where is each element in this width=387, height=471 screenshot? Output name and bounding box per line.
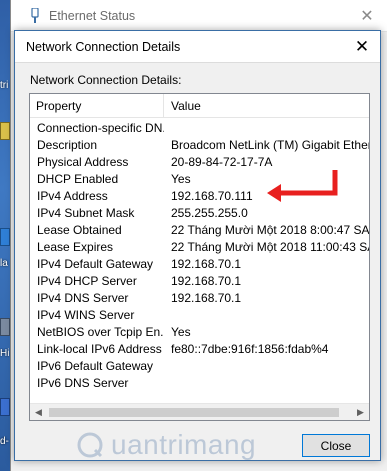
horizontal-scrollbar[interactable]: ◀ ▶ [30, 403, 369, 420]
list-item[interactable]: IPv4 Subnet Mask 255.255.255.0 [30, 204, 369, 221]
property-name: IPv4 DHCP Server [37, 273, 137, 288]
property-name: IPv6 DNS Server [37, 375, 129, 390]
property-value: 192.168.70.1 [171, 256, 242, 271]
desktop-folder-icon[interactable] [0, 122, 10, 140]
property-value: Yes [171, 324, 191, 339]
property-name: Lease Obtained [37, 222, 122, 237]
property-name: IPv6 Default Gateway [37, 358, 154, 373]
property-name: IPv4 Address [37, 188, 108, 203]
list-header: Property Value [30, 94, 369, 118]
ethernet-status-titlebar[interactable]: Ethernet Status ✕ [11, 0, 387, 32]
property-value: Yes [171, 171, 191, 186]
desktop-doc-icon[interactable] [0, 398, 10, 416]
list-item[interactable]: IPv6 DNS Server [30, 374, 369, 391]
property-name: NetBIOS over Tcpip En... [37, 324, 164, 339]
property-name: Lease Expires [37, 239, 114, 254]
scroll-left-icon[interactable]: ◀ [30, 404, 47, 421]
column-header-property[interactable]: Property [30, 94, 164, 118]
property-value: 192.168.70.111 [171, 188, 253, 203]
list-body: Connection-specific DN... Description Broa… [30, 119, 369, 391]
column-header-value[interactable]: Value [164, 94, 369, 118]
list-item[interactable]: Lease Obtained 22 Tháng Mười Một 2018 8:0… [30, 221, 369, 238]
list-item[interactable]: Connection-specific DN... [30, 119, 369, 136]
property-value: Broadcom NetLink (TM) Gigabit Ethernet [171, 137, 369, 152]
list-item[interactable]: IPv4 WINS Server [30, 306, 369, 323]
watermark: uantrimang [75, 429, 256, 461]
dialog-titlebar[interactable]: Network Connection Details ✕ [15, 31, 380, 63]
desktop-background: tri la Hi d- [0, 0, 10, 471]
scroll-right-icon[interactable]: ▶ [352, 404, 369, 421]
watermark-text: uantrimang [111, 429, 257, 460]
property-name: Connection-specific DN... [37, 120, 164, 135]
desktop-app-icon[interactable] [0, 318, 10, 336]
scrollbar-thumb[interactable] [49, 407, 339, 417]
property-value: 192.168.70.1 [171, 290, 242, 305]
list-item[interactable]: IPv4 DHCP Server 192.168.70.1 [30, 272, 369, 289]
list-item[interactable]: NetBIOS over Tcpip En... Yes [30, 323, 369, 340]
property-value: 255.255.255.0 [171, 205, 248, 220]
close-icon[interactable]: ✕ [344, 32, 380, 62]
network-adapter-icon [29, 7, 41, 24]
list-item[interactable]: IPv4 DNS Server 192.168.70.1 [30, 289, 369, 306]
property-name: IPv4 Subnet Mask [37, 205, 135, 220]
property-value: 20-89-84-72-17-7A [171, 154, 273, 169]
dialog-title: Network Connection Details [26, 39, 181, 54]
list-item[interactable]: Lease Expires 22 Tháng Mười Một 2018 11:0… [30, 238, 369, 255]
property-name: Physical Address [37, 154, 129, 169]
details-list[interactable]: Property Value Connection-specific DN...… [29, 93, 370, 421]
property-name: IPv4 Default Gateway [37, 256, 154, 271]
property-name: Link-local IPv6 Address [37, 341, 162, 356]
list-item[interactable]: IPv4 Default Gateway 192.168.70.1 [30, 255, 369, 272]
property-value: 192.168.70.1 [171, 273, 242, 288]
list-item[interactable]: Physical Address 20-89-84-72-17-7A [30, 153, 369, 170]
close-icon[interactable]: ✕ [347, 0, 387, 32]
property-name: DHCP Enabled [37, 171, 119, 186]
property-name: Description [37, 137, 98, 152]
list-item[interactable]: IPv4 Address 192.168.70.111 [30, 187, 369, 204]
list-item[interactable]: DHCP Enabled Yes [30, 170, 369, 187]
desktop-file-icon[interactable] [0, 228, 10, 246]
watermark-logo-icon [77, 432, 103, 458]
property-name: IPv4 WINS Server [37, 307, 135, 322]
property-value: 22 Tháng Mười Một 2018 8:00:47 SA [171, 222, 369, 237]
details-caption: Network Connection Details: [30, 73, 182, 87]
close-button[interactable]: Close [302, 434, 370, 457]
window-title: Ethernet Status [49, 8, 136, 23]
list-item[interactable]: Description Broadcom NetLink (TM) Gigabit… [30, 136, 369, 153]
scrollbar-track[interactable] [47, 404, 352, 421]
property-name: IPv4 DNS Server [37, 290, 129, 305]
list-item[interactable]: IPv6 Default Gateway [30, 357, 369, 374]
property-value: 22 Tháng Mười Một 2018 11:00:43 SA [171, 239, 369, 254]
list-item[interactable]: Link-local IPv6 Address fe80::7dbe:916f:1… [30, 340, 369, 357]
property-value: fe80::7dbe:916f:1856:fdab%4 [171, 341, 329, 356]
network-connection-details-dialog: Network Connection Details ✕ Network Con… [14, 30, 381, 461]
